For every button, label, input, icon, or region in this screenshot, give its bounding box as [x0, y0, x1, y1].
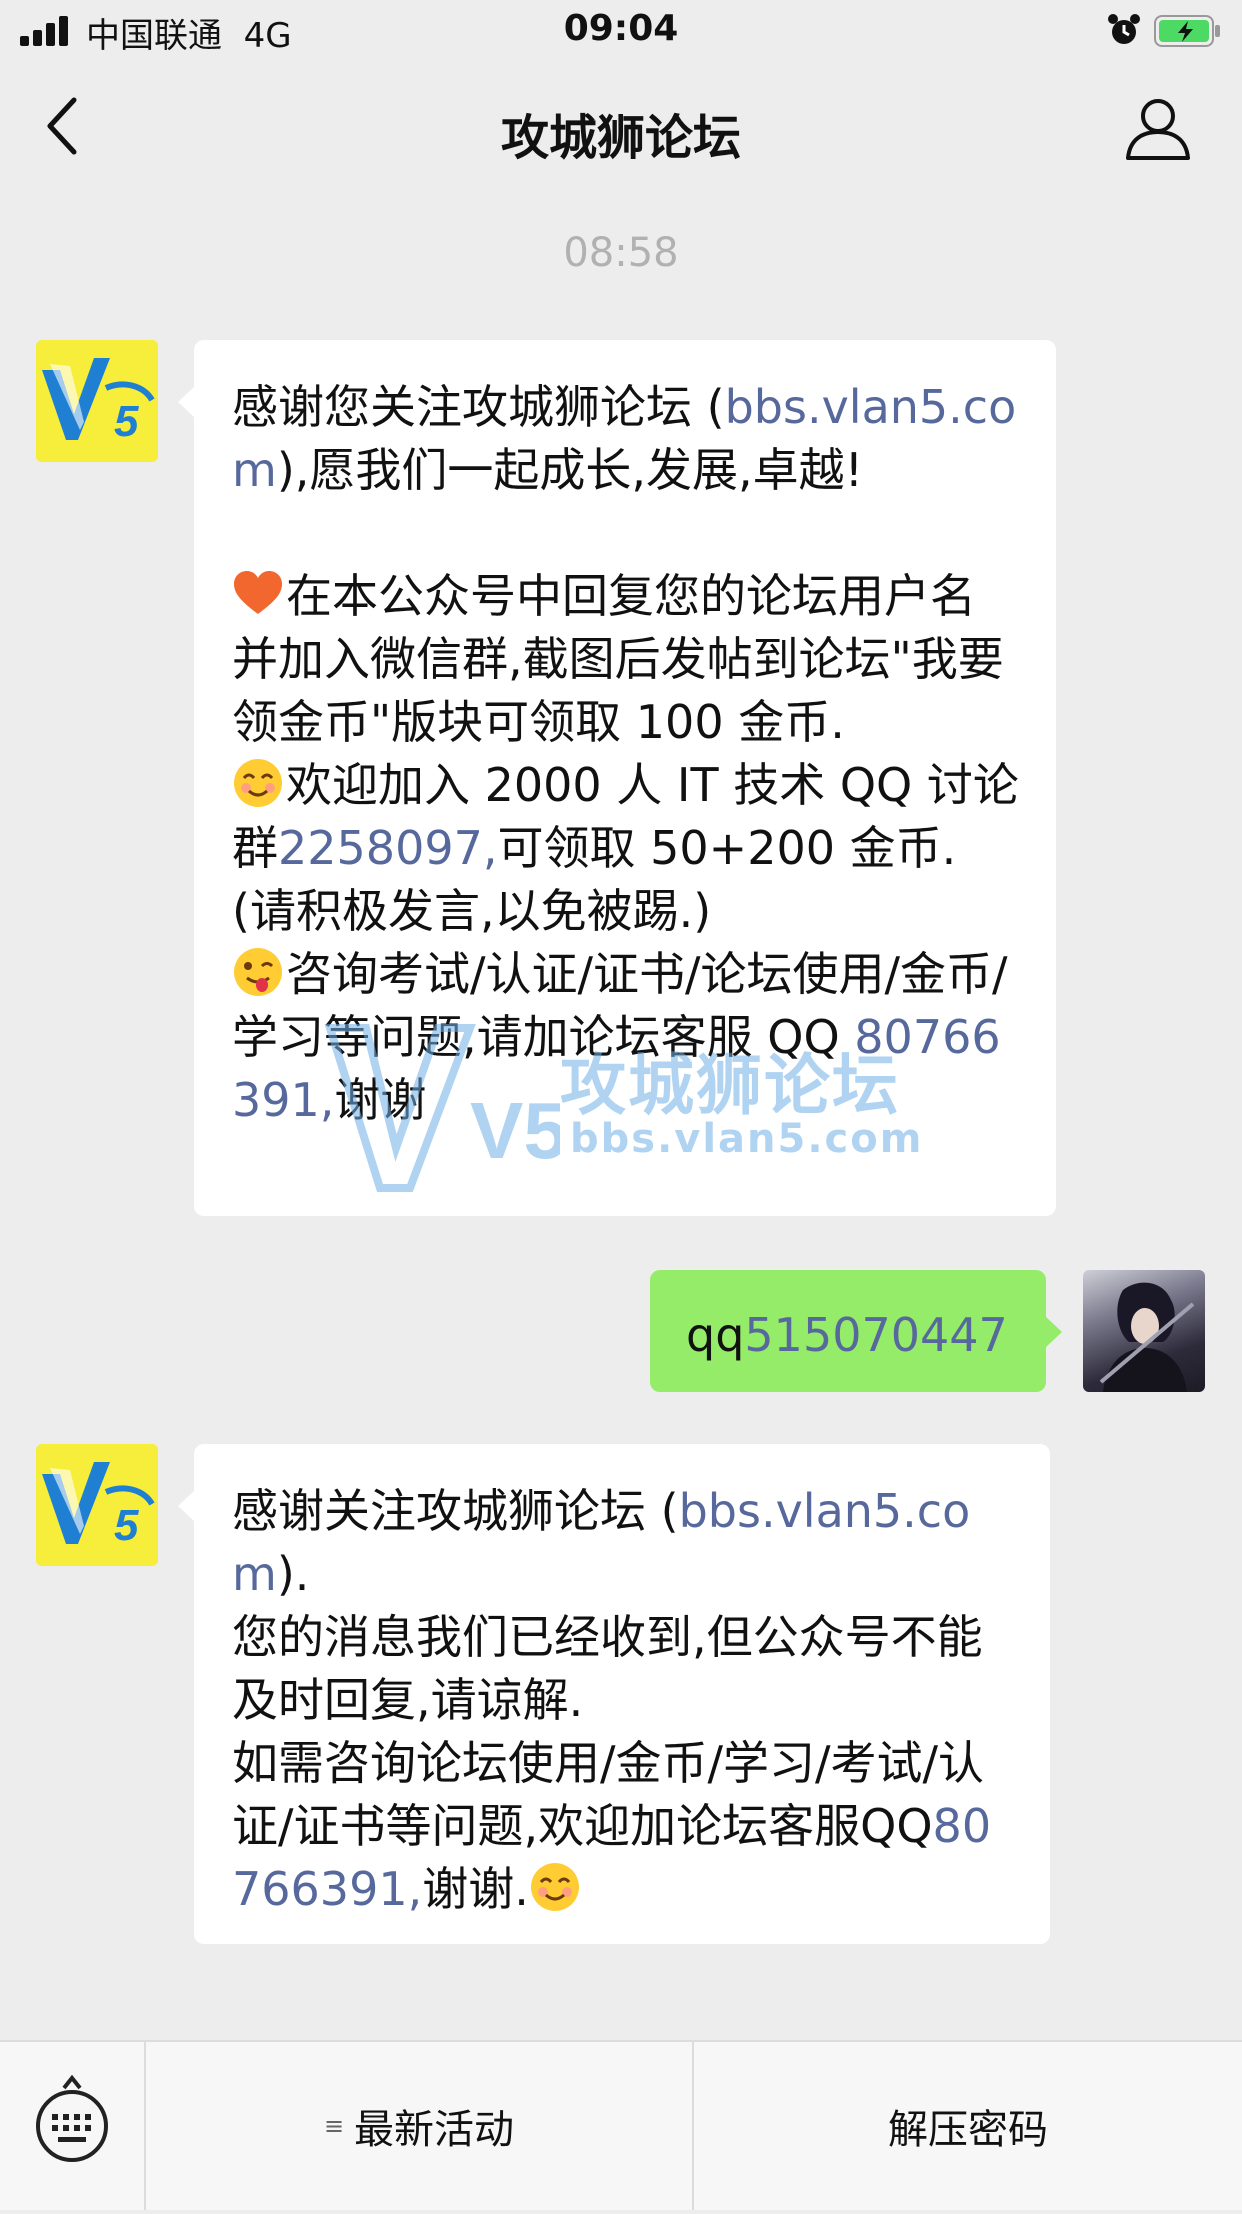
smile-emoji-icon [530, 1863, 579, 1911]
user-qq-number[interactable]: 515070447 [744, 1308, 1007, 1362]
message-bubble-auto-reply: 感谢关注攻城狮论坛 (bbs.vlan5.com). 您的消息我们已经收到,但公… [178, 1444, 1050, 1944]
keyboard-icon [36, 2074, 108, 2162]
official-account-avatar[interactable]: 5 [36, 340, 158, 462]
menu-item-unzip-password[interactable]: 解压密码 [694, 2042, 1242, 2210]
v5-logo-icon: 5 [36, 340, 158, 462]
user-avatar-icon [1099, 1282, 1195, 1392]
list-icon: ≡ [323, 2112, 345, 2140]
qq-group-link[interactable]: 2258097, [278, 821, 498, 875]
smile-emoji-icon [234, 759, 282, 807]
page-title: 攻城狮论坛 [500, 110, 741, 166]
keyboard-toggle-button[interactable] [0, 2042, 146, 2210]
svg-text:5: 5 [114, 1501, 139, 1550]
v5-logo-icon: 5 [36, 1444, 158, 1566]
heart-icon [234, 571, 282, 614]
official-account-avatar-2[interactable]: 5 [36, 1444, 158, 1566]
status-bar: 中国联通 4G 09:04 [0, 0, 1242, 62]
bottom-menu-bar: ≡ 最新活动 解压密码 [0, 2040, 1242, 2210]
message-timestamp: 08:58 [563, 230, 679, 276]
battery-icon [1154, 15, 1220, 47]
status-time: 09:04 [563, 8, 679, 49]
message-bubble-welcome: 感谢您关注攻城狮论坛 (bbs.vlan5.com),愿我们一起成长,发展,卓越… [178, 340, 1056, 1216]
message-bubble-user: qq515070447 [650, 1270, 1062, 1392]
user-avatar[interactable] [1083, 1270, 1205, 1392]
nav-bar: 攻城狮论坛 [0, 62, 1242, 192]
wink-emoji-icon [234, 948, 282, 996]
person-icon[interactable] [1122, 94, 1194, 162]
alarm-icon [1108, 14, 1140, 44]
svg-text:5: 5 [114, 397, 139, 446]
menu-item-latest-activities[interactable]: ≡ 最新活动 [146, 2042, 694, 2210]
